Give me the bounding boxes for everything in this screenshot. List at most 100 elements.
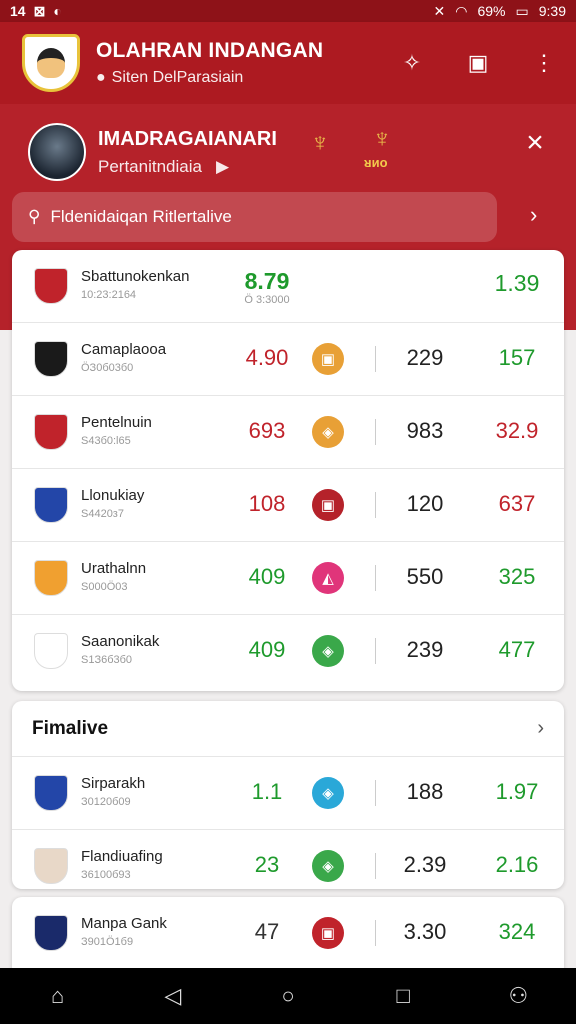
- market-badge-icon[interactable]: ▣: [312, 489, 344, 521]
- odds-value[interactable]: 239: [392, 637, 458, 663]
- app-title: OLAHRAN INDANGAN: [96, 39, 324, 62]
- close-icon[interactable]: ×: [520, 128, 550, 158]
- odds-value[interactable]: 157: [482, 345, 552, 371]
- odds-value[interactable]: 637: [482, 491, 552, 517]
- team-name: Sirparakh: [81, 775, 146, 792]
- back-icon[interactable]: ◁: [153, 983, 193, 1009]
- team-sub: S43б0:l65: [81, 435, 131, 447]
- team-logo-icon: [34, 560, 68, 596]
- team-logo-icon: [34, 487, 68, 523]
- odds-value[interactable]: 2.16: [482, 852, 552, 878]
- market-badge-icon[interactable]: ◭: [312, 562, 344, 594]
- odds-value[interactable]: 120: [392, 491, 458, 517]
- odds-value[interactable]: 2.39: [392, 852, 458, 878]
- team-logo-icon: [34, 915, 68, 951]
- team-logo-icon: [34, 848, 68, 884]
- odds-value[interactable]: 3.30: [392, 919, 458, 945]
- market-badge-icon[interactable]: ◈: [312, 777, 344, 809]
- table-row[interactable]: Sirparakh З0120б09 1.1 ◈ 188 1.97: [12, 757, 564, 830]
- app-bar: OLAHRAN INDANGAN ● Siten DelParasiain ✧ ▣…: [0, 22, 576, 104]
- table-row[interactable]: Urathalnn S000Ӧ03 409 ◭ 550 325: [12, 542, 564, 615]
- search-input[interactable]: ⚲ Fldenidaiqan Ritlertalive: [12, 192, 497, 242]
- match-card: Sbattunokenkan 10:23:2164 8.79 Ӧ 3:3000 1.39…: [12, 250, 564, 691]
- odds-value[interactable]: 4.90: [234, 345, 300, 371]
- odds-value[interactable]: 550: [392, 564, 458, 590]
- team-name: Saanonikak: [81, 633, 160, 650]
- team-sub: З901Ӧ1б9: [81, 936, 134, 948]
- team-sub: S4420з7: [81, 508, 124, 520]
- table-row[interactable]: Sbattunokenkan 10:23:2164 8.79 Ӧ 3:3000 1.39: [12, 250, 564, 323]
- odds-value[interactable]: 23: [234, 852, 300, 878]
- table-row[interactable]: Saanonikak S1З6б3б0 409 ◈ 239 477: [12, 615, 564, 688]
- profile-name: IMADRAGAIANARI: [98, 127, 277, 150]
- market-badge-icon[interactable]: ◈: [312, 635, 344, 667]
- emblem-label: ᴚᴎᴏ: [364, 155, 388, 170]
- match-card: Manpa Gank З901Ӧ1б9 47 ▣ 3.30 324: [12, 897, 564, 977]
- more-icon[interactable]: ⋮: [528, 47, 560, 79]
- garuda-emblem-icon: ♆: [310, 126, 330, 157]
- team-name: Manpa Gank: [81, 915, 167, 932]
- pin-icon: ●: [96, 69, 106, 86]
- recents-icon[interactable]: □: [383, 983, 423, 1009]
- nav-bar: ⌂ ◁ ○ □ ⚇: [0, 968, 576, 1024]
- team-logo-icon: [34, 414, 68, 450]
- team-sub: ӦЗ0б03б0: [81, 362, 134, 374]
- profile-header: IMADRAGAIANARI Pertanitndiaia ▶: [28, 122, 548, 182]
- table-row[interactable]: Flandiuafing З6100б93 23 ◈ 2.39 2.16: [12, 830, 564, 889]
- circle-home-icon[interactable]: ○: [268, 983, 308, 1009]
- team-sub: 10:23:2164: [81, 289, 137, 301]
- status-item: ⊠: [33, 2, 46, 19]
- odds-value[interactable]: 477: [482, 637, 552, 663]
- team-name: Llonukiay: [81, 487, 145, 504]
- status-item: 14: [10, 3, 26, 19]
- odds-value[interactable]: 108: [234, 491, 300, 517]
- play-icon[interactable]: ▶: [216, 157, 229, 177]
- team-logo-icon: [34, 775, 68, 811]
- odds-value[interactable]: 409: [234, 564, 300, 590]
- odds-value[interactable]: 1.1: [234, 779, 300, 805]
- table-row[interactable]: Pentelnuin S43б0:l65 693 ◈ 983 32.9: [12, 396, 564, 469]
- odds-value[interactable]: 324: [482, 919, 552, 945]
- odds-value[interactable]: 693: [234, 418, 300, 444]
- battery-icon: ▭: [515, 2, 529, 19]
- odds-value[interactable]: 188: [392, 779, 458, 805]
- person-icon[interactable]: ⚇: [498, 983, 538, 1009]
- odds-value[interactable]: 8.79: [234, 268, 300, 295]
- team-sub: S000Ӧ03: [81, 581, 128, 593]
- odds-value[interactable]: 1.97: [482, 779, 552, 805]
- table-row[interactable]: Camaplaooa ӦЗ0б03б0 4.90 ▣ 229 157: [12, 323, 564, 396]
- chat-icon[interactable]: ▣: [462, 47, 494, 79]
- odds-sub: Ӧ 3:3000: [244, 294, 290, 306]
- team-logo-icon: [34, 633, 68, 669]
- odds-value[interactable]: 32.9: [482, 418, 552, 444]
- team-sub: З6100б93: [81, 869, 131, 881]
- market-badge-icon[interactable]: ◈: [312, 416, 344, 448]
- odds-value[interactable]: 409: [234, 637, 300, 663]
- odds-value[interactable]: 47: [234, 919, 300, 945]
- chevron-right-icon[interactable]: ›: [537, 717, 544, 740]
- market-badge-icon[interactable]: ▣: [312, 917, 344, 949]
- app-logo[interactable]: [22, 34, 80, 92]
- odds-value[interactable]: 325: [482, 564, 552, 590]
- home-icon[interactable]: ⌂: [38, 983, 78, 1009]
- odds-value[interactable]: 1.39: [482, 270, 552, 297]
- chevron-right-icon[interactable]: ›: [530, 202, 537, 228]
- status-bar: 14 ⊠ ◐ ✕ ◠ 69% ▭ 9:39: [0, 0, 576, 22]
- market-badge-icon[interactable]: ▣: [312, 343, 344, 375]
- match-card-live: Fimalive › Sirparakh З0120б09 1.1 ◈ 188 1.97 F…: [12, 701, 564, 889]
- divider: [375, 419, 376, 445]
- odds-value[interactable]: 229: [392, 345, 458, 371]
- divider: [375, 638, 376, 664]
- sparkle-icon[interactable]: ✧: [396, 47, 428, 79]
- avatar[interactable]: [28, 123, 86, 181]
- profile-subtitle: Pertanitndiaia: [98, 156, 202, 176]
- table-row[interactable]: Llonukiay S4420з7 108 ▣ 120 637: [12, 469, 564, 542]
- odds-value[interactable]: 983: [392, 418, 458, 444]
- team-logo-icon: [34, 268, 68, 304]
- table-row[interactable]: Manpa Gank З901Ӧ1б9 47 ▣ 3.30 324: [12, 897, 564, 970]
- team-name: Flandiuafing: [81, 848, 163, 865]
- team-name: Camaplaooa: [81, 341, 167, 358]
- market-badge-icon[interactable]: ◈: [312, 850, 344, 882]
- section-header[interactable]: Fimalive ›: [12, 701, 564, 757]
- status-right: ✕ ◠ 69% ▭ 9:39: [434, 3, 566, 20]
